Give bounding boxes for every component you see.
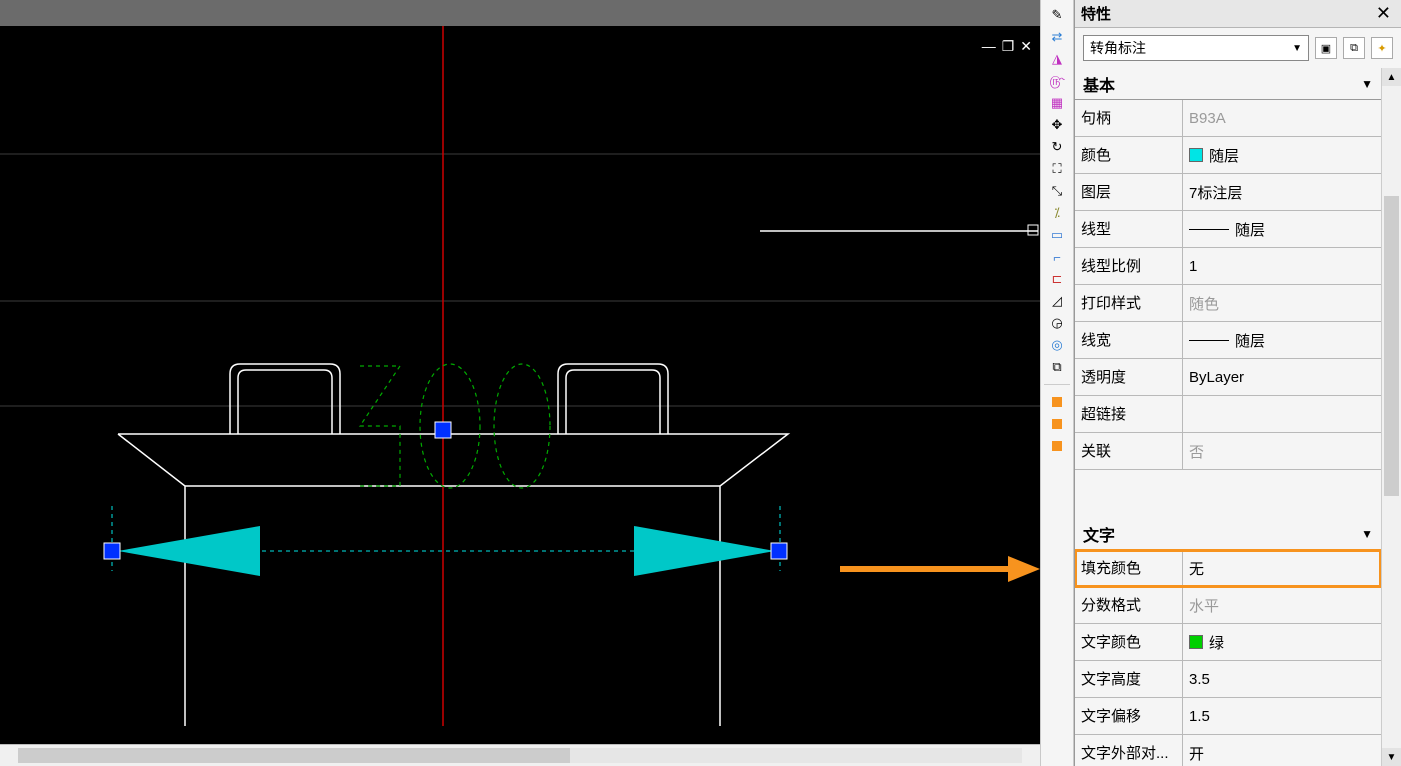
section-basic-header[interactable]: 基本 ▼ — [1075, 68, 1381, 100]
orange-tool-2[interactable] — [1046, 415, 1068, 433]
properties-table: 基本 ▼ 句柄 B93A 颜色 随层 图层 7标注层 线型 随层 — [1075, 68, 1381, 766]
row-textoutside[interactable]: 文字外部对... 开 — [1075, 735, 1381, 766]
row-fracformat[interactable]: 分数格式 水平 — [1075, 587, 1381, 624]
orange-tool-1[interactable] — [1046, 393, 1068, 411]
row-textcolor[interactable]: 文字颜色 绿 — [1075, 624, 1381, 661]
chamfer-icon[interactable]: ◿ — [1046, 292, 1068, 310]
stretch-icon[interactable]: ⤡ — [1046, 182, 1068, 200]
row-assoc[interactable]: 关联 否 — [1075, 433, 1381, 470]
rect-icon[interactable]: ▭ — [1046, 226, 1068, 244]
properties-panel: 特性 ✕ 转角标注 ▼ ▣ ⧉ ✦ 基本 ▼ 句柄 B93A — [1074, 0, 1401, 766]
properties-scrollbar[interactable]: ▲ ▼ — [1381, 68, 1401, 766]
row-transparency[interactable]: 透明度 ByLayer — [1075, 359, 1381, 396]
polyline-icon[interactable]: ⌐ — [1046, 248, 1068, 266]
row-textoffset[interactable]: 文字偏移 1.5 — [1075, 698, 1381, 735]
row-linetype[interactable]: 线型 随层 — [1075, 211, 1381, 248]
chevron-down-icon: ▼ — [1361, 527, 1373, 541]
row-layer[interactable]: 图层 7标注层 — [1075, 174, 1381, 211]
orange-tool-3[interactable] — [1046, 437, 1068, 455]
divider-icon[interactable]: ⁒ — [1046, 204, 1068, 222]
close-icon[interactable]: ✕ — [1372, 3, 1395, 24]
row-handle[interactable]: 句柄 B93A — [1075, 100, 1381, 137]
scale-icon[interactable]: ⛶ — [1046, 160, 1068, 178]
titlebar-stub — [0, 0, 1040, 26]
selection-label: 转角标注 — [1090, 38, 1146, 58]
selection-dropdown[interactable]: 转角标注 ▼ — [1083, 35, 1309, 61]
right-toolstrip: ✎ ⇄ ◮ ௹ ▦ ✥ ↻ ⛶ ⤡ ⁒ ▭ ⌐ ⊏ ◿ ◶ ◎ ⧉ — [1040, 0, 1074, 766]
pickadd-button[interactable]: ⧉ — [1343, 37, 1365, 59]
layer-tool-icon[interactable]: ⧉ — [1046, 358, 1068, 376]
row-fillcolor[interactable]: 填充颜色 无 — [1075, 550, 1381, 587]
color-swatch — [1189, 635, 1203, 649]
scroll-down-icon[interactable]: ▼ — [1382, 748, 1401, 766]
row-hyperlink[interactable]: 超链接 — [1075, 396, 1381, 433]
path-icon[interactable]: ௹ — [1046, 72, 1068, 90]
color-swatch — [1189, 148, 1203, 162]
row-lineweight[interactable]: 线宽 随层 — [1075, 322, 1381, 359]
paint-icon[interactable]: ◎ — [1046, 336, 1068, 354]
row-textheight[interactable]: 文字高度 3.5 — [1075, 661, 1381, 698]
grid-icon[interactable]: ▦ — [1046, 94, 1068, 112]
drawing-svg — [0, 26, 1040, 744]
hscroll-thumb[interactable] — [18, 748, 570, 763]
rotate-icon[interactable]: ↻ — [1046, 138, 1068, 156]
selection-row: 转角标注 ▼ ▣ ⧉ ✦ — [1075, 28, 1401, 68]
move-icon[interactable]: ✥ — [1046, 116, 1068, 134]
section-text-header[interactable]: 文字 ▼ — [1075, 518, 1381, 550]
scroll-up-icon[interactable]: ▲ — [1382, 68, 1401, 86]
panel-title: 特性 — [1081, 3, 1111, 24]
fillet-icon[interactable]: ◶ — [1046, 314, 1068, 332]
row-ltscale[interactable]: 线型比例 1 — [1075, 248, 1381, 285]
align-icon[interactable]: ⇄ — [1046, 28, 1068, 46]
linetype-preview — [1189, 229, 1229, 230]
flash-button[interactable]: ✦ — [1371, 37, 1393, 59]
horizontal-scrollbar[interactable] — [0, 744, 1040, 766]
pencil-icon[interactable]: ✎ — [1046, 6, 1068, 24]
mirror-icon[interactable]: ◮ — [1046, 50, 1068, 68]
drawing-canvas[interactable]: — ❐ ✕ — [0, 0, 1040, 766]
vscroll-thumb[interactable] — [1384, 196, 1399, 496]
row-color[interactable]: 颜色 随层 — [1075, 137, 1381, 174]
row-plotstyle[interactable]: 打印样式 随色 — [1075, 285, 1381, 322]
lineweight-preview — [1189, 340, 1229, 341]
break-icon[interactable]: ⊏ — [1046, 270, 1068, 288]
quickselect-button[interactable]: ▣ — [1315, 37, 1337, 59]
properties-header: 特性 ✕ — [1075, 0, 1401, 28]
chevron-down-icon: ▼ — [1292, 43, 1302, 54]
chevron-down-icon: ▼ — [1361, 77, 1373, 91]
